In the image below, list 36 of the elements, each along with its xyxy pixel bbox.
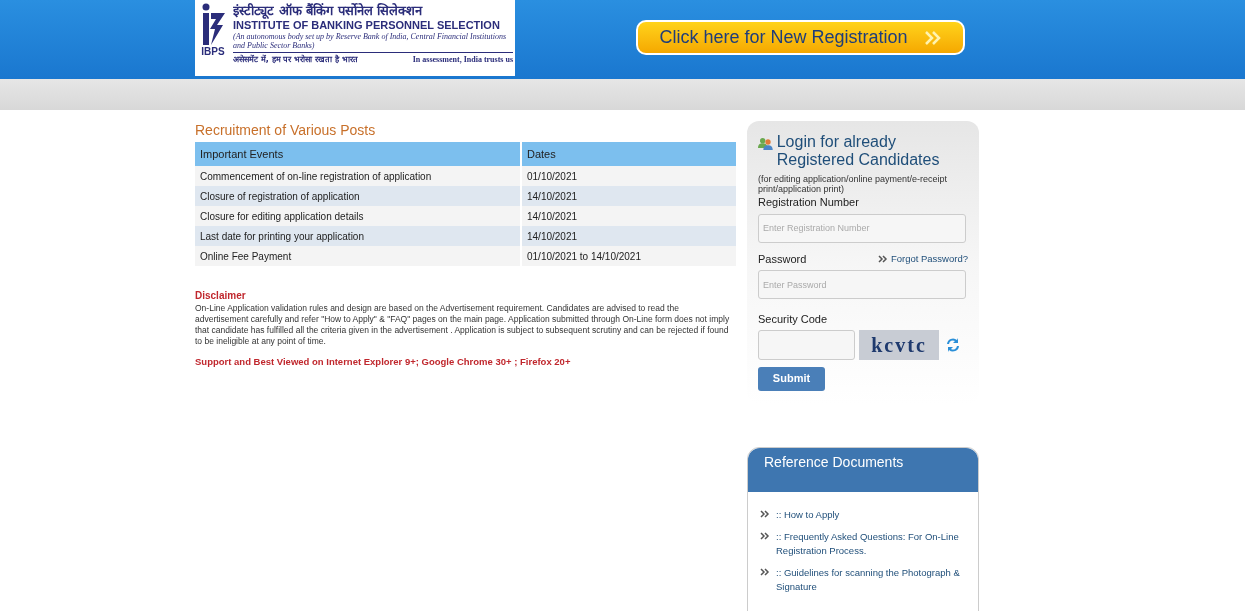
double-chevron-icon: [877, 254, 888, 263]
reference-link[interactable]: :: Guidelines for scanning the Photograph & Signature: [776, 566, 966, 594]
login-title: Login for already Registered Candidates: [776, 133, 941, 169]
logo-hindi-tagline: असेसमेंट में, हम पर भरोसा रखता है भारत: [233, 54, 358, 65]
table-cell: Online Fee Payment: [195, 246, 521, 266]
browser-support-note: Support and Best Viewed on Internet Explorer 9+; Google Chrome 30+ ; Firefox 20+: [195, 355, 572, 369]
logo-title: INSTITUTE OF BANKING PERSONNEL SELECTION: [233, 19, 501, 32]
reference-link[interactable]: :: How to Apply: [776, 508, 840, 522]
logo-subtitle: (An autonomous body set up by Reserve Bank of India, Central Financial Institutions and Public Sector Banks): [233, 32, 508, 50]
logo-mark: IBPS: [201, 47, 225, 57]
captcha-image: kcvtc: [859, 329, 939, 360]
column-header: Dates: [521, 142, 737, 166]
double-chevron-icon: [760, 568, 770, 576]
double-chevron-icon: [760, 510, 770, 518]
field-label: Security Code: [758, 312, 829, 327]
double-chevron-icon: [923, 29, 942, 46]
reference-title: Reference Documents: [764, 454, 904, 470]
registration-number-field[interactable]: Enter Registration Number: [758, 213, 966, 243]
forgot-password-link[interactable]: Forgot Password?: [890, 251, 968, 266]
disclaimer-title: Disclaimer: [195, 289, 247, 303]
double-chevron-icon: [760, 532, 770, 540]
field-label: Password: [758, 251, 807, 267]
submit-button[interactable]: Submit: [758, 366, 825, 391]
refresh-icon[interactable]: [945, 336, 961, 353]
new-registration-button[interactable]: Click here for New Registration: [636, 20, 965, 55]
logo-tagline: In assessment, India trusts us: [412, 54, 513, 65]
section-title: Recruitment of Various Posts: [195, 121, 377, 139]
security-code-field[interactable]: [758, 329, 855, 360]
column-header: Important Events: [195, 142, 521, 166]
reference-link[interactable]: :: Frequently Asked Questions: For On-Line Registration Process.: [776, 530, 966, 558]
table-cell: 01/10/2021 to 14/10/2021: [521, 246, 737, 266]
logo-hindi-title: इंस्टीट्यूट ऑफ बैंकिंग पर्सोनेल सिलेक्शन: [233, 3, 424, 18]
field-label: Registration Number: [758, 195, 860, 210]
login-note: (for editing application/online payment/e-receipt print/application print): [758, 174, 949, 194]
password-field[interactable]: Enter Password: [758, 270, 966, 299]
disclaimer-text: On-Line Application validation rules and design are based on the Advertisement requirement. Candidates are advised to read the advertisement carefully and refer "How to Apply" & "FAQ" pages on the main page. Application submitted through On-Line form does not imply that candidate has fulfilled all the criteria given in the advertisement . Application is subject to subsequent scrutiny and can be rejected if found to be ineligible at any point of time.: [195, 303, 731, 347]
